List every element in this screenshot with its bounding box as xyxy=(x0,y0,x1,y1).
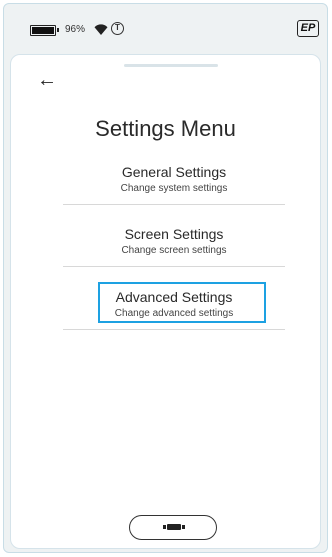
page-title: Settings Menu xyxy=(95,116,236,141)
back-arrow-icon[interactable]: ← xyxy=(37,69,57,91)
t-circle-icon: T xyxy=(111,22,124,35)
divider xyxy=(63,204,285,205)
menu-item-general-settings[interactable]: General Settings Change system settings xyxy=(63,164,285,194)
battery-icon xyxy=(30,25,59,36)
menu-item-label: General Settings xyxy=(121,164,227,180)
menu-item-label: Screen Settings xyxy=(124,226,224,242)
menu-item-description: Change screen settings xyxy=(121,245,227,256)
device-frame: 96% T EP ← Settings Menu General Setting… xyxy=(3,3,328,553)
status-bar: 96% T EP xyxy=(4,4,327,54)
divider xyxy=(63,266,285,267)
ep-logo: EP xyxy=(297,20,319,37)
wifi-icon xyxy=(94,24,108,35)
battery-percent: 96% xyxy=(65,24,86,35)
menu-item-advanced-settings[interactable]: Advanced Settings Change advanced settin… xyxy=(63,282,285,323)
selection-highlight xyxy=(98,282,266,323)
divider xyxy=(63,329,285,330)
menu-item-description: Change system settings xyxy=(120,183,228,194)
drag-handle[interactable] xyxy=(124,64,218,67)
home-button[interactable] xyxy=(129,515,217,540)
connector-icon xyxy=(163,524,185,530)
menu-item-screen-settings[interactable]: Screen Settings Change screen settings xyxy=(63,226,285,256)
settings-panel: ← Settings Menu General Settings Change … xyxy=(10,54,321,549)
